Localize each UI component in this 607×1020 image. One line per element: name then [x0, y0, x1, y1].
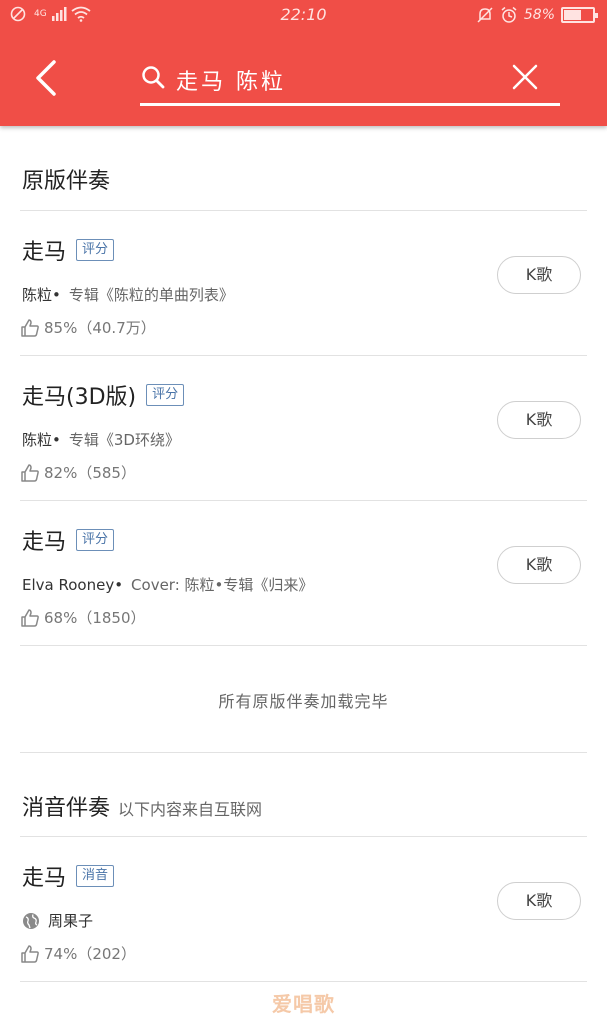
status-bar: 4G 22:10 58%: [0, 0, 607, 32]
song-title-row: 走马 消音: [22, 860, 115, 892]
rating-tag: 评分: [76, 239, 115, 261]
song-score: 82%（585）: [44, 464, 136, 482]
song-stats: 82%（585）: [20, 462, 136, 483]
watermark-logo: 爱唱歌: [272, 992, 335, 1016]
section-subtitle: 以下内容来自互联网: [118, 800, 263, 819]
sing-button[interactable]: K歌: [497, 401, 581, 439]
alarm-icon: [501, 6, 517, 23]
thumbs-up-icon: [21, 608, 39, 627]
song-title: 走马: [22, 530, 67, 555]
sing-button[interactable]: K歌: [497, 546, 581, 584]
song-item[interactable]: 走马 评分 陈粒• 专辑《陈粒的单曲列表》 85%（40.7万） K歌: [0, 210, 607, 355]
section-title-original: 原版伴奏: [22, 169, 111, 194]
divider: [20, 981, 587, 982]
song-album: Cover: 陈粒•专辑《归来》: [131, 576, 314, 594]
app-header: 4G 22:10 58% 走马 陈粒: [0, 0, 607, 126]
battery-percent: 58%: [523, 7, 555, 23]
divider: [20, 645, 587, 646]
back-arrow-icon[interactable]: [30, 58, 66, 98]
song-meta: 陈粒• 专辑《陈粒的单曲列表》: [22, 284, 234, 305]
search-icon: [142, 66, 165, 89]
song-item[interactable]: 走马(3D版) 评分 陈粒• 专辑《3D环绕》 82%（585） K歌: [0, 355, 607, 500]
divider: [20, 752, 587, 753]
song-title-row: 走马 评分: [22, 234, 115, 266]
song-stats: 74%（202）: [20, 943, 136, 964]
battery-icon: [561, 7, 598, 23]
rating-tag: 评分: [76, 529, 115, 551]
song-item[interactable]: 走马 评分 Elva Rooney• Cover: 陈粒•专辑《归来》 68%（…: [0, 500, 607, 645]
song-title: 走马(3D版): [22, 385, 137, 410]
search-query[interactable]: 走马 陈粒: [176, 64, 286, 96]
search-input[interactable]: 走马 陈粒: [140, 58, 560, 106]
section-title-text: 消音伴奏: [22, 796, 111, 821]
song-artist: 陈粒•: [22, 286, 61, 304]
thumbs-up-icon: [21, 463, 39, 482]
song-meta: 周果子: [22, 910, 93, 931]
rating-tag: 评分: [146, 384, 185, 406]
mute-bell-icon: [477, 7, 493, 23]
song-title: 走马: [22, 866, 67, 891]
song-stats: 85%（40.7万）: [20, 317, 156, 338]
song-title-row: 走马 评分: [22, 524, 115, 556]
clear-search-icon[interactable]: [510, 62, 540, 92]
song-meta: Elva Rooney• Cover: 陈粒•专辑《归来》: [22, 574, 313, 595]
song-title-row: 走马(3D版) 评分: [22, 379, 185, 411]
song-album: 专辑《3D环绕》: [68, 431, 180, 449]
song-score: 68%（1850）: [44, 609, 146, 627]
song-album: 专辑《陈粒的单曲列表》: [68, 286, 234, 304]
sing-button[interactable]: K歌: [497, 882, 581, 920]
song-stats: 68%（1850）: [20, 607, 146, 628]
song-item[interactable]: 走马 消音 周果子 74%（202） K歌: [0, 836, 607, 981]
thumbs-up-icon: [21, 944, 39, 963]
globe-icon: [23, 912, 39, 929]
song-artist: 陈粒•: [22, 431, 61, 449]
song-artist: 周果子: [48, 912, 94, 930]
thumbs-up-icon: [21, 318, 39, 337]
vocal-removed-tag: 消音: [76, 865, 115, 887]
song-artist: Elva Rooney•: [22, 575, 124, 594]
song-score: 74%（202）: [44, 945, 136, 963]
battery-fill: [564, 10, 582, 20]
sing-button[interactable]: K歌: [497, 256, 581, 294]
song-meta: 陈粒• 专辑《3D环绕》: [22, 429, 180, 450]
status-right: 58%: [476, 6, 598, 24]
section-title-vocal-removed: 消音伴奏 以下内容来自互联网: [22, 790, 262, 822]
song-score: 85%（40.7万）: [44, 319, 156, 337]
song-title: 走马: [22, 240, 67, 265]
load-complete-note: 所有原版伴奏加载完毕: [218, 692, 389, 711]
